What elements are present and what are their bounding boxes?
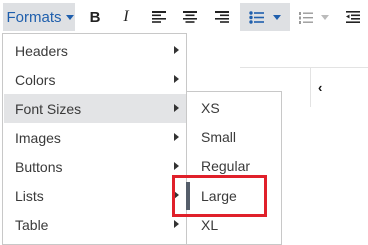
menu-item-label: Images xyxy=(15,129,61,146)
table-border-line xyxy=(310,67,311,107)
align-center-icon xyxy=(183,11,197,23)
numbered-list-icon xyxy=(299,11,313,24)
menu-item-buttons[interactable]: Buttons xyxy=(4,152,187,181)
menu-item-font-sizes[interactable]: Font Sizes xyxy=(4,94,187,123)
submenu-item-xl[interactable]: XL xyxy=(201,217,218,233)
italic-button[interactable]: I xyxy=(114,3,138,31)
table-border-line xyxy=(240,67,368,68)
align-left-button[interactable] xyxy=(149,3,169,31)
menu-item-lists[interactable]: Lists xyxy=(4,181,187,210)
submenu-item-xs[interactable]: XS xyxy=(201,100,220,116)
menu-item-colors[interactable]: Colors xyxy=(4,65,187,94)
menu-item-table[interactable]: Table xyxy=(4,210,187,239)
bullet-list-icon xyxy=(249,10,264,24)
chevron-right-icon xyxy=(174,220,179,228)
align-center-button[interactable] xyxy=(180,3,200,31)
chevron-right-icon xyxy=(174,46,179,54)
outdent-icon xyxy=(346,11,360,23)
menu-item-label: Buttons xyxy=(15,158,63,175)
chevron-right-icon xyxy=(174,104,179,112)
bold-button[interactable]: B xyxy=(83,3,107,31)
chevron-down-icon xyxy=(273,14,281,20)
submenu-item-regular[interactable]: Regular xyxy=(201,158,250,174)
bullet-list-button[interactable] xyxy=(240,3,290,31)
chevron-right-icon xyxy=(174,162,179,170)
menu-item-label: Headers xyxy=(15,42,68,59)
formats-dropdown-button[interactable]: Formats xyxy=(3,3,75,31)
formats-label: Formats xyxy=(6,8,62,26)
menu-item-images[interactable]: Images xyxy=(4,123,187,152)
align-right-button[interactable] xyxy=(212,3,232,31)
bold-icon: B xyxy=(89,8,101,26)
editor-toolbar: Formats B I xyxy=(0,0,368,33)
menu-item-label: Table xyxy=(15,216,49,233)
numbered-list-button[interactable] xyxy=(294,3,334,31)
highlight-annotation xyxy=(172,175,267,217)
italic-icon: I xyxy=(123,8,129,25)
menu-item-label: Colors xyxy=(15,71,56,88)
font-sizes-submenu: XS Small Regular Large XL xyxy=(186,91,282,245)
chevron-down-icon xyxy=(321,14,329,20)
chevron-right-icon xyxy=(174,75,179,83)
outdent-button[interactable] xyxy=(343,3,363,31)
menu-item-label: Font Sizes xyxy=(15,100,82,117)
editor-text-fragment: ‹ xyxy=(318,80,323,95)
menu-item-label: Lists xyxy=(15,187,44,204)
align-left-icon xyxy=(152,11,166,23)
chevron-right-icon xyxy=(174,133,179,141)
menu-item-headers[interactable]: Headers xyxy=(4,36,187,65)
align-right-icon xyxy=(215,11,229,23)
chevron-down-icon xyxy=(65,14,74,20)
submenu-item-small[interactable]: Small xyxy=(201,129,236,145)
formats-menu: Headers Colors Font Sizes Images Buttons… xyxy=(2,33,187,245)
